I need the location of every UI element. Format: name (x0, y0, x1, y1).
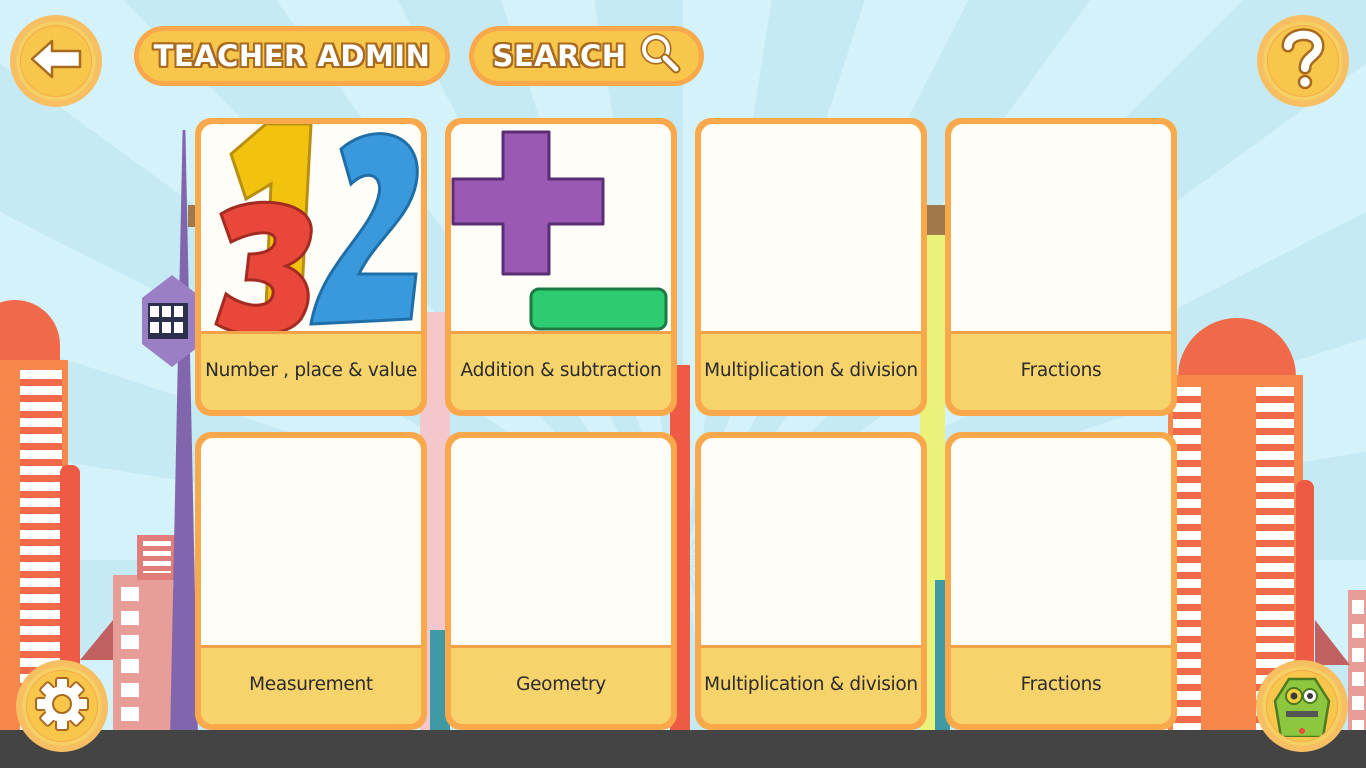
gear-icon (34, 676, 90, 736)
teacher-admin-label: TEACHER ADMIN (153, 39, 431, 73)
topic-card-image (701, 124, 921, 334)
teacher-admin-button[interactable]: TEACHER ADMIN (134, 26, 450, 86)
avatar-button[interactable] (1256, 660, 1348, 752)
settings-button-face (27, 671, 97, 741)
building-pink-left (113, 575, 173, 740)
building-roof-right (1315, 620, 1350, 665)
green-robot-avatar (1267, 671, 1337, 741)
back-button[interactable] (10, 15, 102, 107)
topic-card[interactable]: Number , place & value (195, 118, 427, 416)
topic-card-label: Multiplication & division (701, 648, 921, 724)
ground (0, 730, 1366, 768)
building-right-pink (1348, 590, 1366, 740)
settings-button[interactable] (16, 660, 108, 752)
search-face: SEARCH (474, 31, 699, 81)
topic-card[interactable]: Geometry (445, 432, 677, 730)
avatar-button-face (1267, 671, 1337, 741)
topic-card-label: Fractions (951, 648, 1171, 724)
search-button[interactable]: SEARCH (469, 26, 704, 86)
topic-card-image (701, 438, 921, 648)
topic-card[interactable]: Fractions (945, 432, 1177, 730)
topic-card[interactable]: Measurement (195, 432, 427, 730)
topic-card-label: Fractions (951, 334, 1171, 410)
topic-card-label: Multiplication & division (701, 334, 921, 410)
topic-card-image (201, 438, 421, 648)
question-mark-icon (1278, 28, 1328, 94)
teacher-admin-face: TEACHER ADMIN (139, 31, 445, 81)
topic-card[interactable]: Multiplication & division (695, 118, 927, 416)
back-button-face (21, 26, 91, 96)
topic-card-label: Addition & subtraction (451, 334, 671, 410)
search-label: SEARCH (492, 39, 627, 73)
numbers-123-image (201, 124, 421, 334)
topic-card-label: Number , place & value (201, 334, 421, 410)
back-arrow-icon (28, 37, 84, 85)
topic-card-image (951, 124, 1171, 334)
topic-card-image (451, 438, 671, 648)
help-button-face (1268, 26, 1338, 96)
search-icon (639, 32, 681, 81)
help-button[interactable] (1257, 15, 1349, 107)
topic-card-label: Geometry (451, 648, 671, 724)
building-pink-top (137, 535, 177, 580)
building-roof-left (80, 620, 113, 660)
topic-card-image (951, 438, 1171, 648)
plus-minus-image (451, 124, 671, 334)
topic-card-label: Measurement (201, 648, 421, 724)
topic-card[interactable]: Fractions (945, 118, 1177, 416)
topic-card[interactable]: Multiplication & division (695, 432, 927, 730)
topic-card[interactable]: Addition & subtraction (445, 118, 677, 416)
